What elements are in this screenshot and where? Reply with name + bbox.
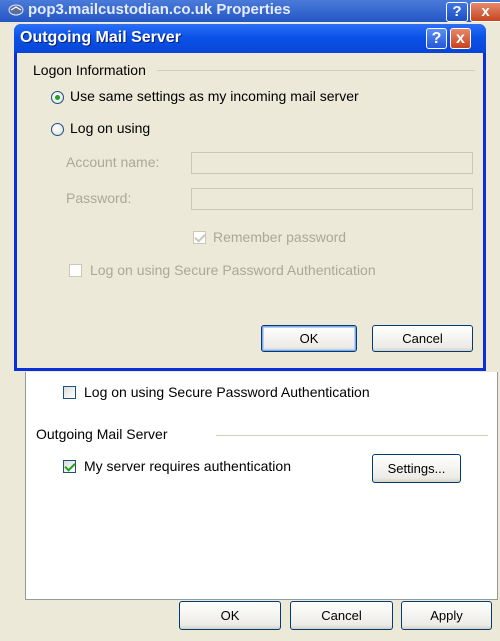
dialog-body: Logon Information Use same settings as m… xyxy=(17,53,483,368)
requires-auth-checkbox[interactable] xyxy=(63,460,76,473)
dialog-close-button[interactable]: x xyxy=(450,28,471,49)
remember-password-label: Remember password xyxy=(213,229,347,245)
remember-password-checkbox[interactable] xyxy=(193,231,206,244)
group-divider xyxy=(216,435,488,436)
dialog-ok-button[interactable]: OK xyxy=(261,325,357,352)
bg-spa-checkbox[interactable] xyxy=(63,386,76,399)
same-settings-radio[interactable] xyxy=(51,91,64,104)
requires-auth-label: My server requires authentication xyxy=(84,458,291,474)
properties-ok-button[interactable]: OK xyxy=(179,601,281,630)
servers-tab-panel: Log on using Secure Password Authenticat… xyxy=(25,372,498,600)
log-on-using-label: Log on using xyxy=(70,120,151,136)
properties-window-title: pop3.mailcustodian.co.uk Properties xyxy=(28,1,291,18)
properties-apply-button[interactable]: Apply xyxy=(401,601,492,630)
dialog-title: Outgoing Mail Server xyxy=(20,29,181,46)
account-name-field[interactable] xyxy=(191,152,473,174)
dialog-help-button[interactable]: ? xyxy=(426,28,447,49)
dialog-spa-checkbox[interactable] xyxy=(69,264,82,277)
outgoing-group-title: Outgoing Mail Server xyxy=(36,426,168,442)
properties-help-button[interactable]: ? xyxy=(446,2,468,22)
password-field[interactable] xyxy=(191,188,473,210)
properties-close-button[interactable]: x xyxy=(470,2,500,22)
properties-title-bar: pop3.mailcustodian.co.uk Properties ? x xyxy=(0,0,500,22)
dialog-cancel-button[interactable]: Cancel xyxy=(372,325,473,352)
same-settings-label: Use same settings as my incoming mail se… xyxy=(70,88,359,104)
password-label: Password: xyxy=(66,190,132,206)
dialog-spa-label: Log on using Secure Password Authenticat… xyxy=(90,262,376,278)
mail-account-icon xyxy=(8,4,24,16)
bg-spa-label: Log on using Secure Password Authenticat… xyxy=(84,384,370,400)
properties-cancel-button[interactable]: Cancel xyxy=(290,601,393,630)
log-on-using-radio[interactable] xyxy=(51,123,64,136)
logon-group-title: Logon Information xyxy=(33,62,146,78)
account-name-label: Account name: xyxy=(66,154,160,170)
settings-button[interactable]: Settings... xyxy=(372,454,461,483)
outgoing-mail-server-dialog: Outgoing Mail Server ? x Logon Informati… xyxy=(14,24,486,371)
dialog-title-bar: Outgoing Mail Server ? x xyxy=(14,24,486,53)
logon-group-divider xyxy=(157,70,475,71)
